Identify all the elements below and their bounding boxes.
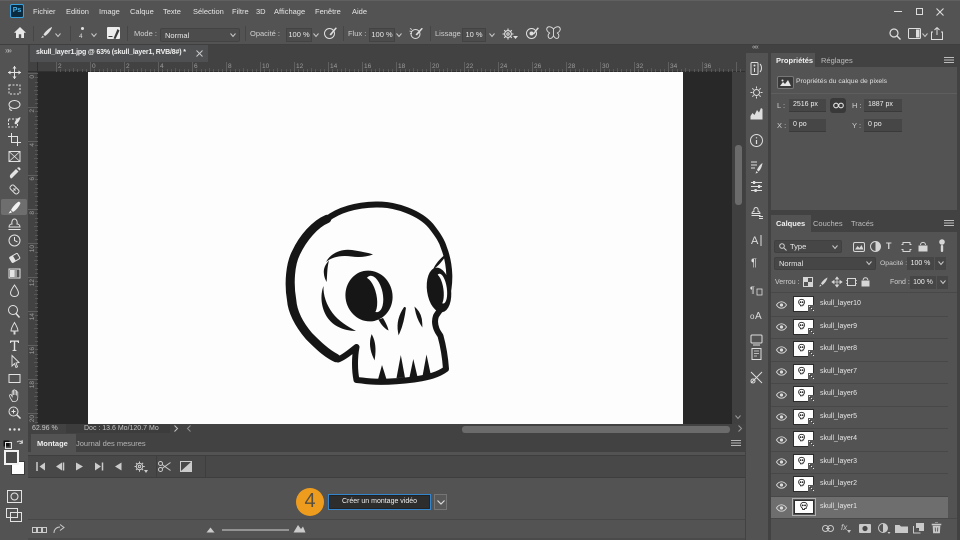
svg-text:¶: ¶ [750, 285, 755, 295]
svg-text:A: A [751, 235, 759, 247]
svg-text:A: A [755, 311, 762, 322]
svg-text:¶: ¶ [751, 257, 757, 269]
